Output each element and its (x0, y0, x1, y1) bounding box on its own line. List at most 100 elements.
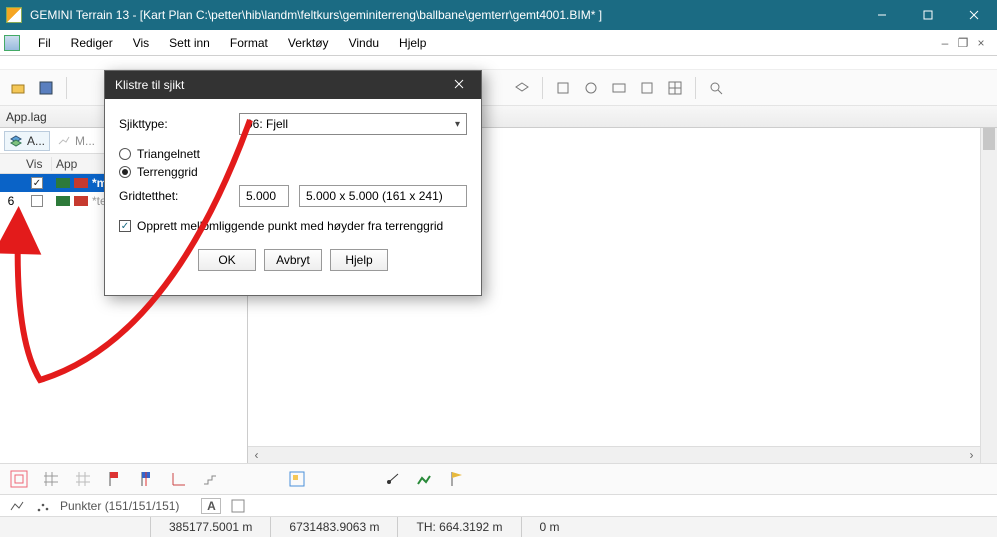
mdi-controls: – ❐ × (937, 36, 993, 50)
scroll-left-icon[interactable]: ‹ (248, 448, 265, 462)
gridtetthet-input[interactable]: 5.000 (239, 185, 289, 207)
label-gridtetthet: Gridtetthet: (119, 189, 229, 203)
maximize-icon (923, 10, 933, 20)
app-icon (6, 7, 22, 23)
radio-triangelnett[interactable]: Triangelnett (119, 147, 467, 161)
tb-zoom-icon[interactable] (704, 76, 728, 100)
menu-format[interactable]: Format (220, 32, 278, 54)
swatch-icon (56, 196, 70, 206)
maximize-button[interactable] (905, 0, 951, 30)
checkbox-on-icon: ✓ (119, 220, 131, 232)
vis-checkbox[interactable]: ✓ (31, 177, 43, 189)
close-icon (454, 79, 464, 89)
sidebar-tab-a-label: A... (27, 134, 45, 148)
dialog-close-button[interactable] (447, 78, 471, 92)
tb-window-icon[interactable] (635, 76, 659, 100)
bottom-toolbar (0, 463, 997, 495)
flag-yellow-icon[interactable] (448, 470, 466, 488)
scroll-right-icon[interactable]: › (963, 448, 980, 462)
grid-dims-readout: 5.000 x 5.000 (161 x 241) (299, 185, 467, 207)
checkbox-opprett[interactable]: ✓ Opprett mellomliggende punkt med høyde… (119, 219, 467, 233)
tb-grid-icon[interactable] (663, 76, 687, 100)
footer-statusbar: 385177.5001 m 6731483.9063 m TH: 664.319… (0, 517, 997, 537)
dots-icon[interactable] (34, 497, 52, 515)
mdi-minimize-icon[interactable]: – (937, 36, 953, 50)
hash-icon[interactable] (42, 470, 60, 488)
sidebar-tab-a[interactable]: A... (4, 131, 50, 151)
a-button[interactable]: A (201, 498, 221, 514)
tb-save-icon[interactable] (34, 76, 58, 100)
steps-icon[interactable] (202, 470, 220, 488)
radio-label: Triangelnett (137, 147, 200, 161)
footer-y: 6731483.9063 m (270, 517, 397, 537)
status-toolbar: Punkter (151/151/151) A (0, 495, 997, 517)
snap-point-icon[interactable] (384, 470, 402, 488)
minimize-button[interactable] (859, 0, 905, 30)
panel-heading-label: App.lag (6, 110, 47, 124)
menu-rediger[interactable]: Rediger (61, 32, 123, 54)
row-index: 6 (0, 194, 22, 208)
sjikttype-combo[interactable]: 06: Fjell ▾ (239, 113, 467, 135)
close-button[interactable] (951, 0, 997, 30)
tb-rotate-icon[interactable] (579, 76, 603, 100)
separator (695, 77, 696, 99)
radio-terrenggrid[interactable]: Terrenggrid (119, 165, 467, 179)
gridtetthet-value: 5.000 (246, 189, 276, 203)
label-sjikttype: Sjikttype: (119, 117, 229, 131)
vis-checkbox[interactable] (31, 195, 43, 207)
menu-fil[interactable]: Fil (28, 32, 61, 54)
flag-red-icon[interactable] (106, 470, 124, 488)
tb-cube-icon[interactable] (551, 76, 575, 100)
layers-stack-icon (9, 134, 23, 148)
swatch-icon (74, 196, 88, 206)
separator (66, 77, 67, 99)
avbryt-button[interactable]: Avbryt (264, 249, 322, 271)
dialog-klistre: Klistre til sjikt Sjikttype: 06: Fjell ▾… (104, 70, 482, 296)
menu-verktoy[interactable]: Verktøy (278, 32, 339, 54)
tb-layers-icon[interactable] (510, 76, 534, 100)
horizontal-scrollbar[interactable]: ‹› (248, 446, 980, 463)
terrain-icon[interactable] (416, 470, 434, 488)
separator (542, 77, 543, 99)
col-vis[interactable]: Vis (22, 157, 52, 171)
hash2-icon[interactable] (74, 470, 92, 488)
sidebar-tab-m[interactable]: M... (52, 131, 100, 151)
checkbox-label: Opprett mellomliggende punkt med høyder … (137, 219, 443, 233)
thin-toolbar-strip (0, 56, 997, 70)
polyline-icon[interactable] (8, 497, 26, 515)
hjelp-button[interactable]: Hjelp (330, 249, 388, 271)
footer-x: 385177.5001 m (150, 517, 270, 537)
dialog-title: Klistre til sjikt (115, 78, 184, 92)
menubar: Fil Rediger Vis Sett inn Format Verktøy … (0, 30, 997, 56)
menu-hjelp[interactable]: Hjelp (389, 32, 436, 54)
doc-icon (4, 35, 20, 51)
chart-icon (57, 134, 71, 148)
radio-on-icon (119, 166, 131, 178)
menu-vis[interactable]: Vis (123, 32, 159, 54)
axis-icon[interactable] (170, 470, 188, 488)
close-icon (969, 10, 979, 20)
dialog-titlebar[interactable]: Klistre til sjikt (105, 71, 481, 99)
grid-icon[interactable] (10, 470, 28, 488)
mdi-restore-icon[interactable]: ❐ (955, 36, 971, 50)
menu-sett-inn[interactable]: Sett inn (159, 32, 220, 54)
footer-z: 0 m (521, 517, 578, 537)
grid-dims-value: 5.000 x 5.000 (161 x 241) (306, 189, 443, 203)
sidebar-tab-m-label: M... (75, 134, 95, 148)
ok-button[interactable]: OK (198, 249, 256, 271)
window-title: GEMINI Terrain 13 - [Kart Plan C:\petter… (30, 8, 859, 22)
box-icon[interactable] (229, 497, 247, 515)
window-titlebar: GEMINI Terrain 13 - [Kart Plan C:\petter… (0, 0, 997, 30)
flag-blue-icon[interactable] (138, 470, 156, 488)
radio-label: Terrenggrid (137, 165, 198, 179)
tb-open-icon[interactable] (6, 76, 30, 100)
status-punkter: Punkter (151/151/151) (60, 499, 179, 513)
select-box-icon[interactable] (288, 470, 306, 488)
swatch-icon (74, 178, 88, 188)
tb-extent-icon[interactable] (607, 76, 631, 100)
minimize-icon (877, 10, 887, 20)
vertical-scrollbar[interactable] (980, 128, 997, 463)
menu-vindu[interactable]: Vindu (339, 32, 389, 54)
footer-blank (0, 517, 150, 537)
mdi-close-icon[interactable]: × (973, 36, 989, 50)
